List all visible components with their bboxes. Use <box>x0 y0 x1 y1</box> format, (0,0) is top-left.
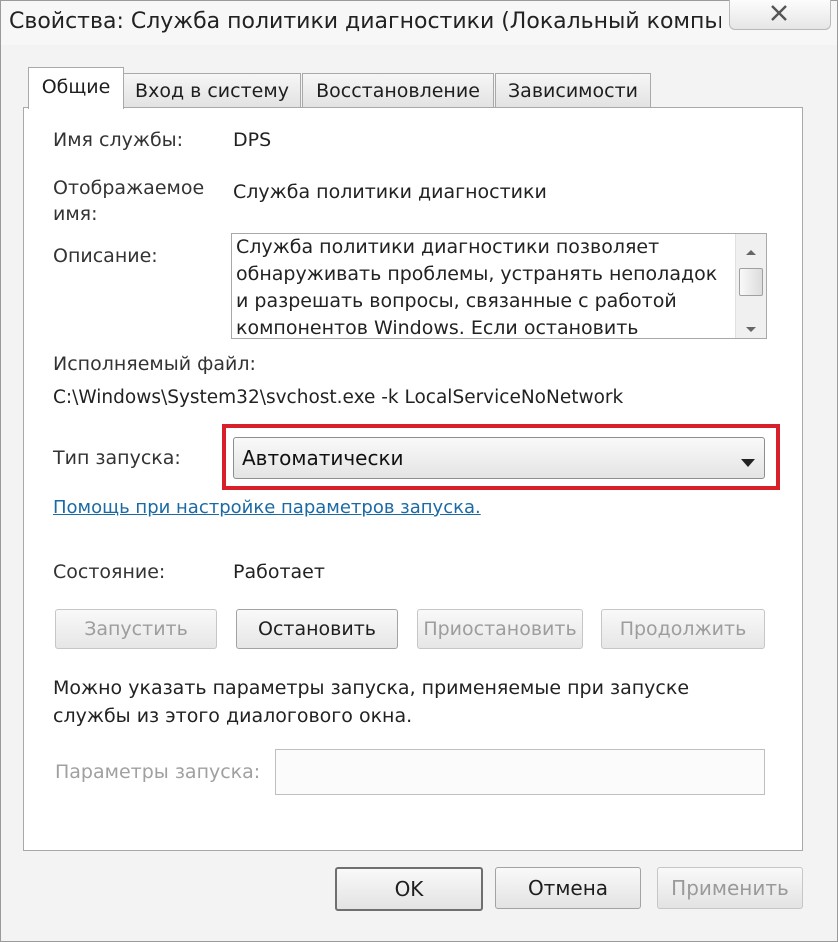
resume-button[interactable]: Продолжить <box>601 609 765 649</box>
scroll-thumb[interactable] <box>739 268 763 296</box>
tab-dependencies[interactable]: Зависимости <box>495 73 651 108</box>
display-name-label-line1: Отображаемое <box>53 177 205 199</box>
tab-recovery[interactable]: Восстановление <box>302 73 494 108</box>
service-name-value: DPS <box>233 129 272 151</box>
description-text: Служба политики диагностики позволяет об… <box>236 234 736 339</box>
status-label: Состояние: <box>53 561 166 583</box>
description-label: Описание: <box>53 245 158 267</box>
description-line: компонентов Windows. Если остановить <box>236 317 639 339</box>
description-line: Служба политики диагностики позволяет <box>236 236 660 258</box>
start-params-hint-line1: Можно указать параметры запуска, применя… <box>53 677 690 699</box>
chevron-down-icon <box>740 453 756 472</box>
startup-type-selected: Автоматически <box>242 446 404 470</box>
status-value: Работает <box>233 561 325 583</box>
tab-logon[interactable]: Вход в систему <box>123 73 301 108</box>
stop-button[interactable]: Остановить <box>236 609 398 649</box>
service-properties-dialog: Свойства: Служба политики диагностики (Л… <box>0 0 838 942</box>
description-line: обнаруживать проблемы, устранять неполад… <box>236 263 718 285</box>
description-scrollbar[interactable] <box>735 234 766 338</box>
window-title: Свойства: Служба политики диагностики (Л… <box>9 9 721 34</box>
start-button[interactable]: Запустить <box>55 609 217 649</box>
startup-help-link[interactable]: Помощь при настройке параметров запуска. <box>53 497 481 518</box>
pause-button[interactable]: Приостановить <box>417 609 583 649</box>
display-name-label-line2: имя: <box>53 203 98 225</box>
description-line: и разрешать вопросы, связанные с работой <box>236 290 677 312</box>
close-button[interactable] <box>729 0 831 30</box>
service-name-label: Имя службы: <box>53 129 184 151</box>
start-params-input[interactable] <box>275 749 765 795</box>
startup-type-dropdown[interactable]: Автоматически <box>233 437 765 479</box>
apply-button[interactable]: Применить <box>657 867 803 909</box>
cancel-button[interactable]: Отмена <box>495 867 641 909</box>
tab-general[interactable]: Общие <box>28 67 124 109</box>
executable-path: C:\Windows\System32\svchost.exe -k Local… <box>53 387 624 408</box>
executable-label: Исполняемый файл: <box>53 353 256 375</box>
ok-button[interactable]: OK <box>335 867 483 911</box>
display-name-value: Служба политики диагностики <box>233 181 547 203</box>
description-textbox[interactable]: Служба политики диагностики позволяет об… <box>231 233 767 339</box>
startup-type-label: Тип запуска: <box>53 447 181 469</box>
scroll-down-arrow-icon[interactable] <box>744 320 758 332</box>
start-params-label: Параметры запуска: <box>55 761 261 783</box>
title-bar[interactable]: Свойства: Служба политики диагностики (Л… <box>1 0 837 45</box>
start-params-hint-line2: службы из этого диалогового окна. <box>53 705 413 727</box>
scroll-up-arrow-icon[interactable] <box>744 242 758 255</box>
